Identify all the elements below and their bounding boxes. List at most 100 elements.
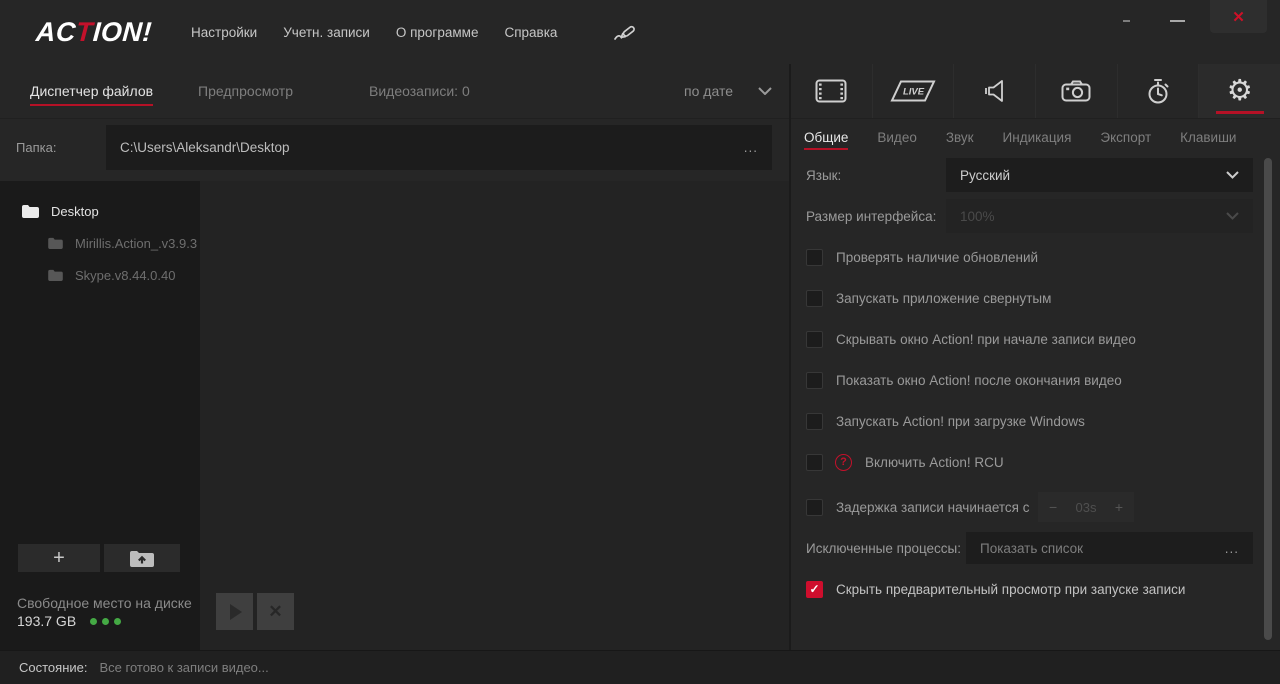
tab-live-streaming[interactable]: LIVE (873, 64, 955, 118)
tree-item-desktop[interactable]: Desktop (0, 195, 200, 227)
action-logo: ACTION! (35, 17, 153, 48)
menu-help[interactable]: Справка (504, 25, 557, 40)
show-after-record-row[interactable]: Показать окно Action! после окончания ви… (806, 371, 1253, 389)
delete-icon: ✕ (268, 602, 282, 622)
main-menu: Настройки Учетн. записи О программе Спра… (191, 21, 641, 43)
tab-indication[interactable]: Индикация (1003, 130, 1072, 145)
hide-on-record-row[interactable]: Скрывать окно Action! при начале записи … (806, 330, 1253, 348)
general-settings: Язык: Русский Размер интерфейса: 100% (791, 155, 1280, 650)
folder-upload-icon (130, 550, 154, 567)
chevron-down-icon (758, 87, 772, 95)
rcu-help-icon[interactable]: ? (835, 454, 852, 471)
scrollbar[interactable] (1264, 158, 1272, 640)
tab-timer[interactable] (1118, 64, 1200, 118)
tab-audio-recording[interactable] (954, 64, 1036, 118)
svg-text:LIVE: LIVE (903, 87, 925, 98)
tray-minimize-icon[interactable] (1123, 20, 1130, 22)
tree-item-label: Mirillis.Action_.v3.9.3 (75, 236, 197, 251)
tab-settings[interactable]: ⚙ (1199, 64, 1280, 118)
film-strip-icon (815, 79, 847, 103)
menu-accounts[interactable]: Учетн. записи (283, 25, 370, 40)
settings-panel: LIVE (789, 64, 1280, 650)
excluded-processes-value: Показать список (980, 541, 1083, 556)
minimize-icon[interactable] (1170, 20, 1185, 22)
tab-general[interactable]: Общие (804, 130, 848, 145)
record-delay-checkbox[interactable] (806, 499, 823, 516)
delete-button[interactable]: ✕ (257, 593, 294, 630)
language-row: Язык: Русский (806, 158, 1253, 192)
sort-dropdown[interactable]: по дате (684, 83, 772, 99)
file-manager-content: Desktop Mirillis.Action_.v3.9.3 (0, 181, 789, 650)
menu-settings[interactable]: Настройки (191, 25, 257, 40)
folder-tree: Desktop Mirillis.Action_.v3.9.3 (0, 181, 200, 291)
menu-about[interactable]: О программе (396, 25, 479, 40)
delay-value: 03s (1076, 500, 1097, 515)
tab-audio-settings[interactable]: Звук (946, 130, 974, 145)
tree-item[interactable]: Skype.v8.44.0.40 (0, 259, 200, 291)
check-updates-checkbox[interactable] (806, 249, 823, 266)
start-with-windows-checkbox[interactable] (806, 413, 823, 430)
start-minimized-row[interactable]: Запускать приложение свернутым (806, 289, 1253, 307)
hide-preview-row[interactable]: ✓ Скрыть предварительный просмотр при за… (806, 580, 1253, 598)
speaker-icon (983, 78, 1007, 104)
language-label: Язык: (806, 168, 946, 183)
tab-video-recording[interactable] (791, 64, 873, 118)
tab-preview[interactable]: Предпросмотр (198, 83, 293, 99)
hide-on-record-checkbox[interactable] (806, 331, 823, 348)
add-folder-button[interactable]: + (18, 544, 100, 572)
play-button[interactable] (216, 593, 253, 630)
tree-item-label: Desktop (51, 204, 99, 219)
ui-size-label: Размер интерфейса: (806, 209, 946, 224)
tree-item[interactable]: Mirillis.Action_.v3.9.3 (0, 227, 200, 259)
hide-preview-checkbox[interactable]: ✓ (806, 581, 823, 598)
show-after-record-checkbox[interactable] (806, 372, 823, 389)
plus-button[interactable]: + (1115, 499, 1123, 515)
file-list-area: ✕ (200, 181, 789, 650)
live-icon: LIVE (890, 79, 936, 103)
pen-icon[interactable] (613, 21, 641, 43)
excluded-processes-label: Исключенные процессы: (806, 541, 966, 556)
delay-stepper: − 03s + (1038, 492, 1134, 522)
close-button[interactable]: ✕ (1210, 0, 1267, 33)
excluded-browse-button[interactable]: ... (1225, 541, 1239, 556)
titlebar: ACTION! Настройки Учетн. записи О програ… (0, 0, 1280, 64)
ui-size-select[interactable]: 100% (946, 199, 1253, 233)
sort-label: по дате (684, 83, 733, 99)
free-space-row: 193.7 GB (17, 613, 121, 629)
open-folder-button[interactable] (104, 544, 180, 572)
start-with-windows-row[interactable]: Запускать Action! при загрузке Windows (806, 412, 1253, 430)
tree-buttons: + (18, 544, 180, 572)
stopwatch-icon (1145, 78, 1171, 105)
close-icon: ✕ (1232, 8, 1245, 26)
excluded-processes-row: Исключенные процессы: Показать список ..… (806, 532, 1253, 564)
window-controls: ✕ (1123, 0, 1267, 33)
tab-export[interactable]: Экспорт (1100, 130, 1151, 145)
folder-row: Папка: C:\Users\Aleksandr\Desktop ... (0, 125, 789, 170)
file-manager-panel: Диспетчер файлов Предпросмотр Видеозапис… (0, 64, 789, 650)
minus-button[interactable]: − (1049, 499, 1057, 515)
record-delay-row[interactable]: Задержка записи начинается с − 03s + (806, 492, 1253, 522)
rcu-checkbox[interactable] (806, 454, 823, 471)
browse-folder-button[interactable]: ... (744, 140, 758, 155)
check-updates-row[interactable]: Проверять наличие обновлений (806, 248, 1253, 266)
folder-path-input[interactable]: C:\Users\Aleksandr\Desktop ... (106, 125, 772, 170)
tab-hotkeys[interactable]: Клавиши (1180, 130, 1236, 145)
settings-tabs: Общие Видео Звук Индикация Экспорт Клави… (791, 119, 1280, 155)
tab-screenshots[interactable] (1036, 64, 1118, 118)
tab-file-manager[interactable]: Диспетчер файлов (30, 83, 153, 99)
excluded-processes-field[interactable]: Показать список ... (966, 532, 1253, 564)
ui-size-value: 100% (960, 209, 995, 224)
rcu-row[interactable]: ? Включить Action! RCU (806, 451, 1253, 473)
chevron-down-icon (1226, 171, 1239, 179)
chevron-down-icon (1226, 212, 1239, 220)
language-select[interactable]: Русский (946, 158, 1253, 192)
folder-icon (22, 204, 39, 218)
tree-item-label: Skype.v8.44.0.40 (75, 268, 175, 283)
disk-status-dots-icon (90, 618, 121, 625)
ui-size-row: Размер интерфейса: 100% (806, 199, 1253, 233)
free-space-label: Свободное место на диске (17, 595, 192, 611)
check-icon: ✓ (809, 583, 819, 595)
action-app-window: ACTION! Настройки Учетн. записи О програ… (0, 0, 1280, 684)
tab-video-settings[interactable]: Видео (877, 130, 916, 145)
start-minimized-checkbox[interactable] (806, 290, 823, 307)
